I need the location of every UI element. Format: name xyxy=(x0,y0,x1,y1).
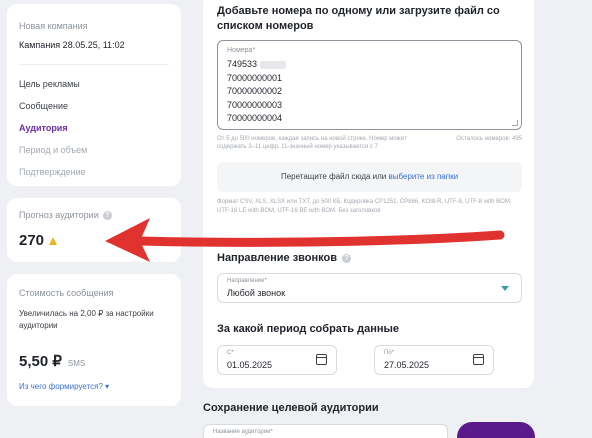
chevron-down-icon: ▾ xyxy=(105,382,110,391)
numbers-textarea[interactable]: Номера* 749533 70000000001 70000000002 7… xyxy=(217,40,522,130)
cost-price: 5,50 ₽ xyxy=(19,353,62,370)
file-drop-zone[interactable]: Перетащите файл сюда или выберите из пап… xyxy=(217,162,522,192)
numbers-list: 749533 70000000001 70000000002 700000000… xyxy=(227,58,286,126)
step-goal[interactable]: Цель рекламы xyxy=(19,79,80,89)
step-message[interactable]: Сообщение xyxy=(19,101,68,111)
campaign-name: Кампания 28.05.25, 11:02 xyxy=(19,40,125,50)
direction-select[interactable]: Направление* Любой звонок xyxy=(217,273,522,303)
forecast-title: Прогноз аудитории xyxy=(19,210,99,220)
numbers-remaining: Осталось номеров: 495 xyxy=(456,136,522,142)
drop-text: Перетащите файл сюда или xyxy=(280,172,387,181)
cost-price-row: 5,50 ₽ SMS xyxy=(19,352,85,370)
step-period: Период и объем xyxy=(19,145,88,155)
numbers-field-label: Номера* xyxy=(227,47,256,54)
chevron-down-icon xyxy=(501,286,509,291)
step-confirmation: Подтверждение xyxy=(19,167,86,177)
forecast-value: 270 xyxy=(19,232,45,249)
message-cost-card: Стоимость сообщения Увеличилась на 2,00 … xyxy=(7,274,181,406)
audience-name-input[interactable]: Название аудитории* xyxy=(203,424,448,438)
forecast-title-row: Прогноз аудитории ? xyxy=(19,210,112,220)
number-line: 70000000002 xyxy=(227,86,283,96)
number-line: 70000000004 xyxy=(227,113,283,123)
date-from-value: 01.05.2025 xyxy=(227,360,273,370)
calendar-icon[interactable] xyxy=(473,354,484,365)
date-to-value: 27.05.2025 xyxy=(384,360,430,370)
direction-value: Любой звонок xyxy=(227,288,286,298)
calendar-icon[interactable] xyxy=(316,354,327,365)
audience-settings-card: Добавьте номера по одному или загрузите … xyxy=(203,0,534,388)
direction-title: Направление звонков xyxy=(217,252,337,264)
choose-file-link[interactable]: выберите из папки xyxy=(389,172,459,181)
file-format-hint: Формат CSV, XLS, XLSX или TXT, до 500 КБ… xyxy=(217,199,512,214)
numbers-hint: От 5 до 500 номеров, каждая запись на но… xyxy=(217,136,407,150)
step-audience[interactable]: Аудитория xyxy=(19,123,68,133)
forecast-value-row: 270 xyxy=(19,232,58,249)
date-from-field[interactable]: С* 01.05.2025 xyxy=(217,345,337,375)
numbers-hint-row: От 5 до 500 номеров, каждая запись на но… xyxy=(217,135,522,151)
date-to-label: По* xyxy=(384,350,394,356)
warning-icon[interactable] xyxy=(49,236,58,245)
audience-name-label: Название аудитории* xyxy=(213,429,273,435)
divider xyxy=(19,64,169,65)
save-audience-title: Сохранение целевой аудитории xyxy=(203,402,379,414)
campaign-steps-card: Новая компания Кампания 28.05.25, 11:02 … xyxy=(7,4,181,186)
cost-unit: SMS xyxy=(67,359,86,368)
cost-description: Увеличилась на 2,00 ₽ за настройки аудит… xyxy=(19,309,154,330)
new-campaign-label: Новая компания xyxy=(19,21,88,31)
period-title: За какой период собрать данные xyxy=(217,323,400,335)
redacted-mark xyxy=(259,60,286,69)
direction-title-row: Направление звонков ? xyxy=(217,252,351,264)
resize-handle[interactable] xyxy=(512,120,518,126)
cost-breakdown-link-text: Из чего формируется? xyxy=(19,382,103,391)
numbers-section-title: Добавьте номера по одному или загрузите … xyxy=(217,5,500,32)
primary-button[interactable] xyxy=(457,422,535,438)
audience-forecast-card: Прогноз аудитории ? 270 xyxy=(7,198,181,262)
number-line: 749533 xyxy=(227,59,258,69)
number-line: 70000000003 xyxy=(227,99,283,110)
date-from-label: С* xyxy=(227,350,234,356)
direction-label: Направление* xyxy=(227,278,267,284)
help-icon[interactable]: ? xyxy=(342,253,351,263)
number-line: 70000000001 xyxy=(227,72,283,83)
cost-title: Стоимость сообщения xyxy=(19,288,114,298)
help-icon[interactable]: ? xyxy=(102,210,112,220)
date-to-field[interactable]: По* 27.05.2025 xyxy=(374,345,494,375)
cost-breakdown-link[interactable]: Из чего формируется? ▾ xyxy=(19,382,109,391)
